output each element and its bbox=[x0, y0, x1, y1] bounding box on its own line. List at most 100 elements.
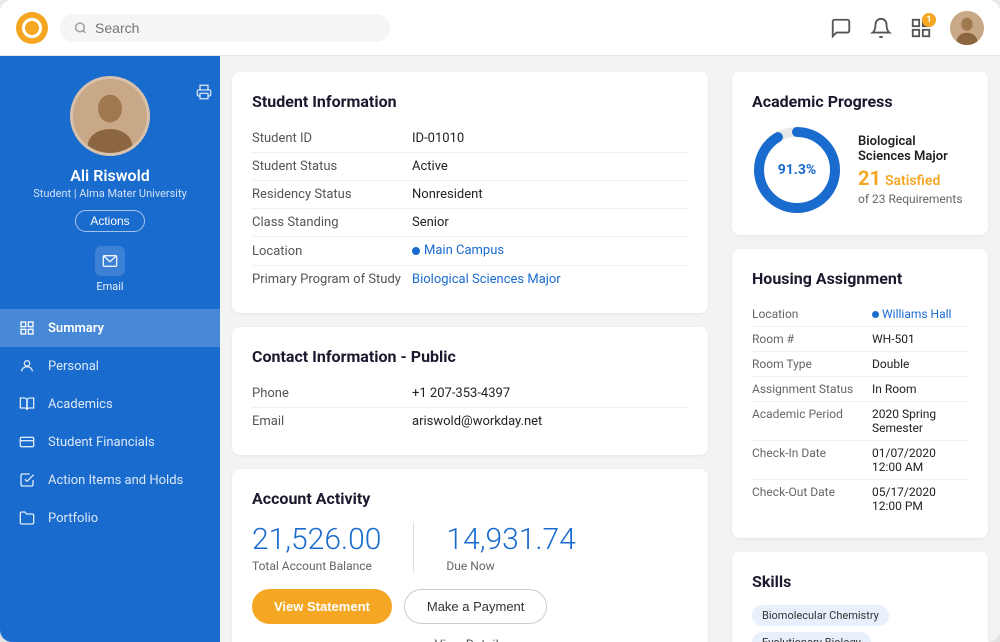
residency-label: Residency Status bbox=[252, 187, 412, 202]
app-frame: 1 bbox=[0, 0, 1000, 642]
checkin-value: 01/07/2020 12:00 AM bbox=[872, 446, 968, 474]
phone-row: Phone +1 207-353-4397 bbox=[252, 380, 688, 408]
content-right: Academic Progress 91.3% Biological Scien… bbox=[720, 56, 1000, 642]
chat-icon-button[interactable] bbox=[830, 17, 852, 39]
academic-period-value: 2020 Spring Semester bbox=[872, 407, 968, 435]
account-numbers: 21,526.00 Total Account Balance 14,931.7… bbox=[252, 522, 688, 573]
assignment-status-row: Assignment Status In Room bbox=[752, 377, 968, 402]
skills-wrap: Biomolecular Chemistry Evolutionary Biol… bbox=[752, 605, 968, 642]
academic-period-row: Academic Period 2020 Spring Semester bbox=[752, 402, 968, 441]
action-items-icon bbox=[18, 471, 36, 489]
skills-card: Skills Biomolecular Chemistry Evolutiona… bbox=[732, 552, 988, 642]
chat-icon bbox=[830, 17, 852, 39]
program-value[interactable]: Biological Sciences Major bbox=[412, 272, 561, 287]
personal-icon bbox=[18, 357, 36, 375]
profile-picture bbox=[70, 76, 150, 156]
residency-value: Nonresident bbox=[412, 187, 483, 202]
search-bar[interactable] bbox=[60, 14, 390, 42]
total-requirements: of 23 Requirements bbox=[858, 192, 968, 206]
assignment-status-value: In Room bbox=[872, 382, 916, 396]
room-number-label: Room # bbox=[752, 332, 872, 346]
location-value[interactable]: Main Campus bbox=[412, 243, 504, 258]
email-button[interactable]: Email bbox=[95, 246, 125, 293]
sidebar-item-action-items[interactable]: Action Items and Holds bbox=[0, 461, 220, 499]
sidebar-item-academics[interactable]: Academics bbox=[0, 385, 220, 423]
academics-icon bbox=[18, 395, 36, 413]
sidebar-item-summary[interactable]: Summary bbox=[0, 309, 220, 347]
portfolio-icon bbox=[18, 509, 36, 527]
workday-logo[interactable] bbox=[16, 12, 48, 44]
content-left: Student Information Student ID ID-01010 … bbox=[220, 56, 720, 642]
donut-percentage: 91.3% bbox=[778, 162, 817, 178]
account-activity-card: Account Activity 21,526.00 Total Account… bbox=[232, 469, 708, 642]
student-name: Ali Riswold bbox=[70, 166, 150, 185]
class-standing-row: Class Standing Senior bbox=[252, 209, 688, 237]
make-payment-button[interactable]: Make a Payment bbox=[404, 589, 548, 624]
housing-location-label: Location bbox=[752, 307, 872, 321]
location-label: Location bbox=[252, 244, 412, 259]
actions-button[interactable]: Actions bbox=[75, 210, 144, 232]
room-type-label: Room Type bbox=[752, 357, 872, 371]
progress-major: Biological Sciences Major bbox=[858, 134, 968, 164]
checkin-label: Check-In Date bbox=[752, 446, 872, 474]
due-now-label: Due Now bbox=[446, 559, 575, 573]
portfolio-label: Portfolio bbox=[48, 511, 98, 526]
skills-title: Skills bbox=[752, 572, 968, 591]
email-row: Email ariswold@workday.net bbox=[252, 408, 688, 435]
sidebar-item-portfolio[interactable]: Portfolio bbox=[0, 499, 220, 537]
housing-rows: Location Williams Hall Room # WH-501 Roo… bbox=[752, 302, 968, 518]
location-dot bbox=[412, 247, 420, 255]
sidebar-item-personal[interactable]: Personal bbox=[0, 347, 220, 385]
satisfied-label: Satisfied bbox=[885, 173, 940, 189]
sidebar-item-financials[interactable]: Student Financials bbox=[0, 423, 220, 461]
action-items-label: Action Items and Holds bbox=[48, 473, 183, 488]
user-avatar[interactable] bbox=[950, 11, 984, 45]
contact-info-card: Contact Information - Public Phone +1 20… bbox=[232, 327, 708, 455]
email-field-value: ariswold@workday.net bbox=[412, 414, 542, 429]
student-id-label: Student ID bbox=[252, 131, 412, 146]
location-row: Location Main Campus bbox=[252, 237, 688, 266]
room-number-row: Room # WH-501 bbox=[752, 327, 968, 352]
skill-tag-0: Biomolecular Chemistry bbox=[752, 605, 889, 626]
program-label: Primary Program of Study bbox=[252, 272, 412, 287]
bell-icon-button[interactable] bbox=[870, 17, 892, 39]
print-icon[interactable] bbox=[196, 84, 212, 104]
email-field-label: Email bbox=[252, 414, 412, 429]
academics-label: Academics bbox=[48, 397, 113, 412]
progress-section: 91.3% Biological Sciences Major 21 Satis… bbox=[752, 125, 968, 215]
search-input[interactable] bbox=[95, 20, 376, 36]
housing-location-value[interactable]: Williams Hall bbox=[872, 307, 951, 321]
donut-chart: 91.3% bbox=[752, 125, 842, 215]
room-type-value: Double bbox=[872, 357, 909, 371]
apps-icon-button[interactable]: 1 bbox=[910, 17, 932, 39]
total-balance-label: Total Account Balance bbox=[252, 559, 381, 573]
financials-icon bbox=[18, 433, 36, 451]
academic-progress-card: Academic Progress 91.3% Biological Scien… bbox=[732, 72, 988, 235]
academic-progress-title: Academic Progress bbox=[752, 92, 968, 111]
housing-location-row: Location Williams Hall bbox=[752, 302, 968, 327]
student-role: Student | Alma Mater University bbox=[33, 187, 187, 200]
sidebar-nav: Summary Personal Academics bbox=[0, 309, 220, 537]
progress-info: Biological Sciences Major 21 Satisfied o… bbox=[858, 134, 968, 206]
skill-tag-1: Evolutionary Biology bbox=[752, 632, 871, 642]
total-balance-section: 21,526.00 Total Account Balance bbox=[252, 522, 381, 573]
student-status-value: Active bbox=[412, 159, 448, 174]
checkout-value: 05/17/2020 12:00 PM bbox=[872, 485, 968, 513]
view-statement-button[interactable]: View Statement bbox=[252, 589, 392, 624]
housing-title: Housing Assignment bbox=[752, 269, 968, 288]
main-layout: Ali Riswold Student | Alma Mater Univers… bbox=[0, 56, 1000, 642]
academic-period-label: Academic Period bbox=[752, 407, 872, 435]
total-balance-amount: 21,526.00 bbox=[252, 522, 381, 557]
content-area: Student Information Student ID ID-01010 … bbox=[220, 56, 1000, 642]
due-now-amount: 14,931.74 bbox=[446, 522, 575, 557]
program-row: Primary Program of Study Biological Scie… bbox=[252, 266, 688, 293]
class-standing-label: Class Standing bbox=[252, 215, 412, 230]
email-icon bbox=[95, 246, 125, 276]
view-details-link[interactable]: View Details bbox=[252, 638, 688, 642]
checkout-row: Check-Out Date 05/17/2020 12:00 PM bbox=[752, 480, 968, 518]
class-standing-value: Senior bbox=[412, 215, 449, 230]
account-activity-title: Account Activity bbox=[252, 489, 688, 508]
student-info-title: Student Information bbox=[252, 92, 688, 111]
contact-info-title: Contact Information - Public bbox=[252, 347, 688, 366]
room-type-row: Room Type Double bbox=[752, 352, 968, 377]
